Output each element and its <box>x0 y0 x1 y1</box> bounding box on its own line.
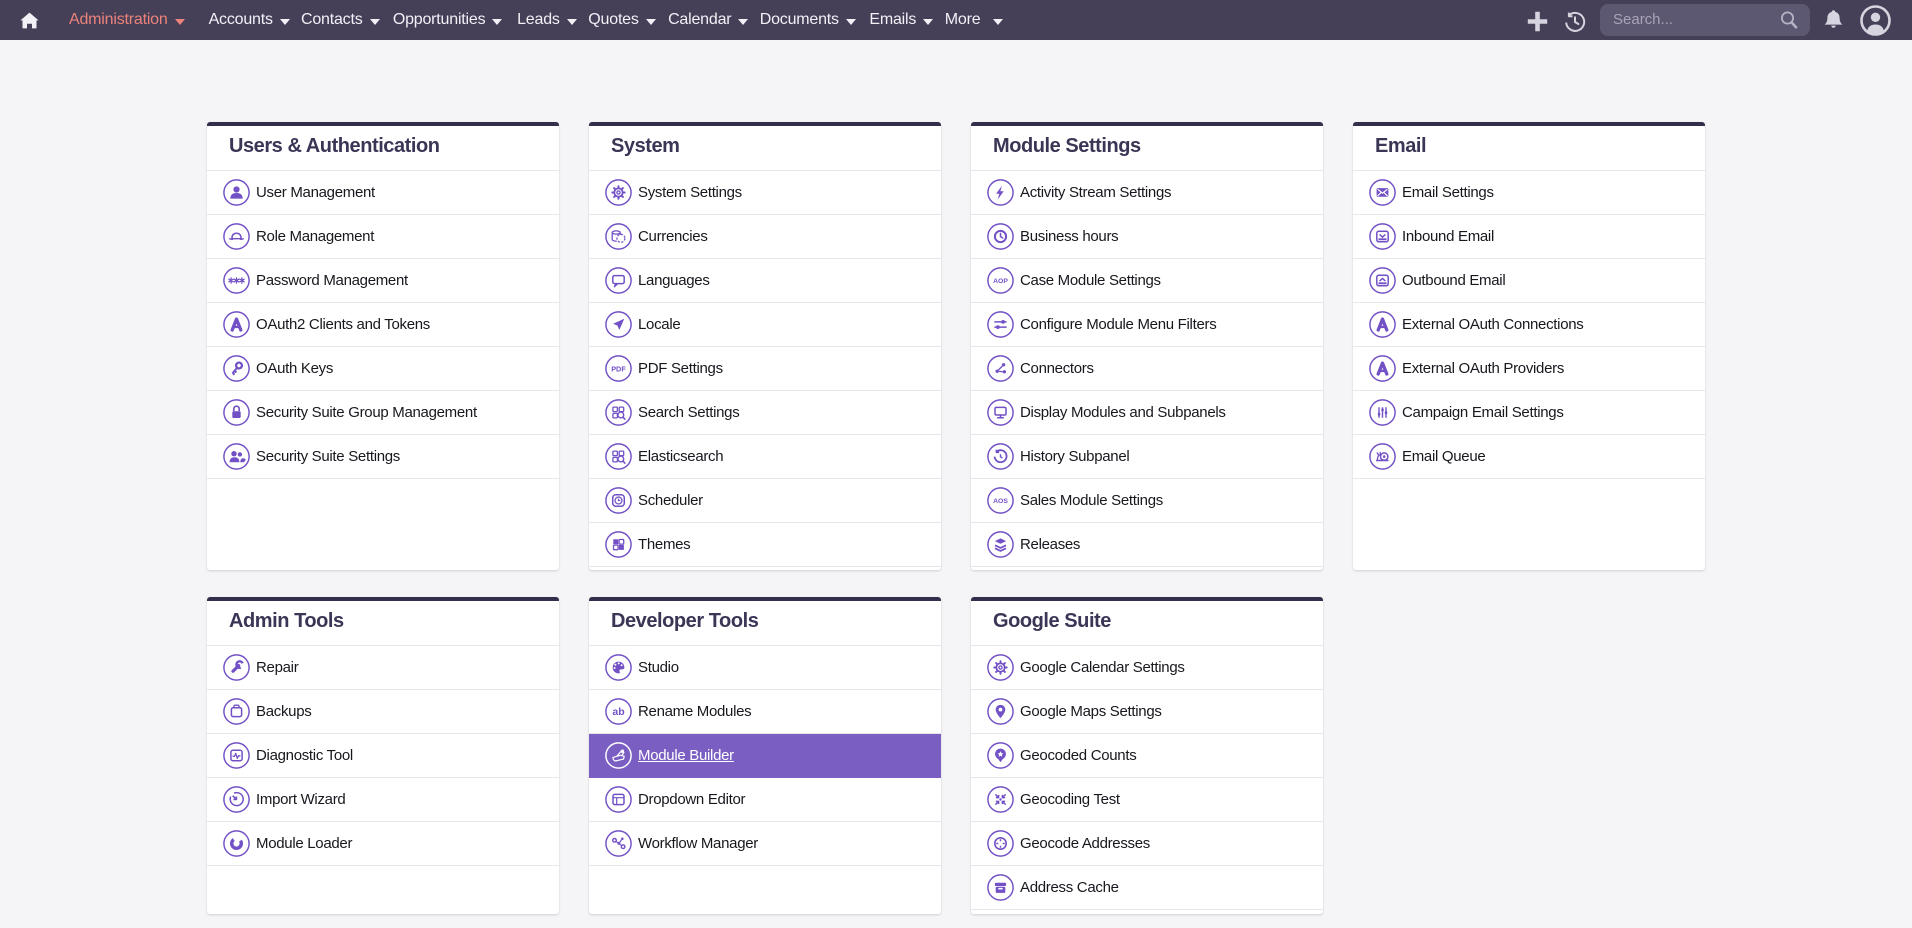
svg-text:PDF: PDF <box>611 364 626 373</box>
svg-text:AOP: AOP <box>993 278 1008 285</box>
svg-text:AOS: AOS <box>993 498 1008 505</box>
svg-text:ab: ab <box>612 706 624 718</box>
